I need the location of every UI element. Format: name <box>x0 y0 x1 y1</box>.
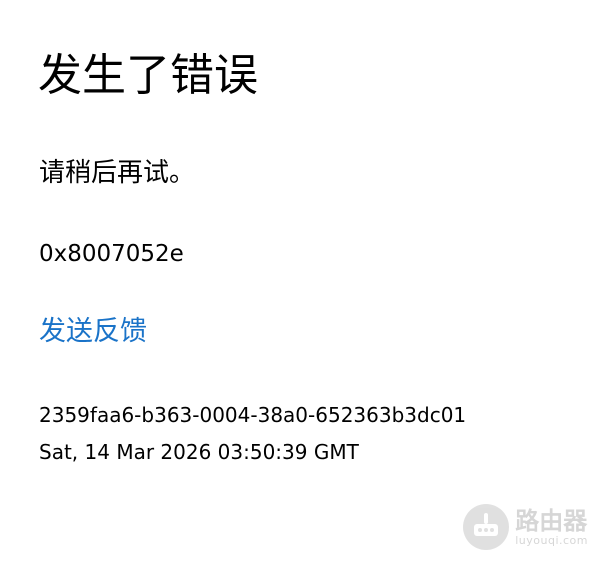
correlation-id: 2359faa6-b363-0004-38a0-652363b3dc01 <box>39 403 467 427</box>
error-details: 2359faa6-b363-0004-38a0-652363b3dc01 Sat… <box>39 397 466 471</box>
send-feedback-link[interactable]: 发送反馈 <box>39 312 147 352</box>
error-code: 0x8007052e <box>39 241 184 267</box>
page-title: 发生了错误 <box>38 50 258 101</box>
watermark-domain: luyouqi.com <box>515 533 588 547</box>
watermark: 路由器 luyouqi.com <box>463 504 588 550</box>
error-page: 发生了错误 请稍后再试。 0x8007052e 发送反馈 2359faa6-b3… <box>0 0 602 564</box>
router-icon <box>463 504 510 550</box>
error-timestamp: Sat, 14 Mar 2026 03:50:39 GMT <box>39 440 359 464</box>
watermark-name: 路由器 <box>515 506 588 535</box>
error-message: 请稍后再试。 <box>39 158 196 188</box>
